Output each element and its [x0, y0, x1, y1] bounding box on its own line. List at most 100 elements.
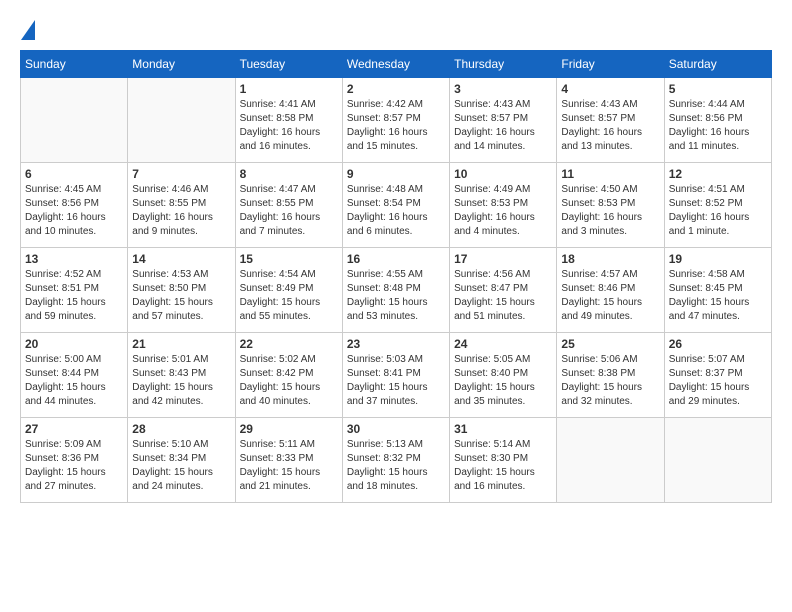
- calendar-cell: 22 Sunrise: 5:02 AM Sunset: 8:42 PM Dayli…: [235, 333, 342, 418]
- day-number: 4: [561, 82, 659, 96]
- day-info: Sunrise: 5:00 AM Sunset: 8:44 PM Dayligh…: [25, 353, 123, 409]
- day-number: 16: [347, 252, 445, 266]
- day-number: 8: [240, 167, 338, 181]
- calendar-cell: 25 Sunrise: 5:06 AM Sunset: 8:38 PM Dayli…: [557, 333, 664, 418]
- day-info: Sunrise: 4:44 AM Sunset: 8:56 PM Dayligh…: [669, 98, 767, 154]
- day-number: 2: [347, 82, 445, 96]
- weekday-header: Monday: [128, 51, 235, 78]
- calendar-cell: 18 Sunrise: 4:57 AM Sunset: 8:46 PM Dayli…: [557, 248, 664, 333]
- calendar-cell: 21 Sunrise: 5:01 AM Sunset: 8:43 PM Dayli…: [128, 333, 235, 418]
- calendar-cell: 8 Sunrise: 4:47 AM Sunset: 8:55 PM Daylig…: [235, 163, 342, 248]
- calendar-cell: [557, 418, 664, 503]
- day-info: Sunrise: 4:41 AM Sunset: 8:58 PM Dayligh…: [240, 98, 338, 154]
- calendar-cell: 15Sunrise: 4:54 AM Sunset: 8:49 PM Dayli…: [235, 248, 342, 333]
- day-info: Sunrise: 5:10 AM Sunset: 8:34 PM Dayligh…: [132, 438, 230, 494]
- calendar-week-row: 1 Sunrise: 4:41 AM Sunset: 8:58 PM Daylig…: [21, 78, 772, 163]
- day-number: 18: [561, 252, 659, 266]
- calendar-cell: [128, 78, 235, 163]
- day-number: 25: [561, 337, 659, 351]
- calendar-cell: 9Sunrise: 4:48 AM Sunset: 8:54 PM Daylig…: [342, 163, 449, 248]
- day-info: Sunrise: 4:50 AM Sunset: 8:53 PM Dayligh…: [561, 183, 659, 239]
- calendar-cell: 23 Sunrise: 5:03 AM Sunset: 8:41 PM Dayli…: [342, 333, 449, 418]
- day-info: Sunrise: 5:14 AM Sunset: 8:30 PM Dayligh…: [454, 438, 552, 494]
- day-info: Sunrise: 4:55 AM Sunset: 8:48 PM Dayligh…: [347, 268, 445, 324]
- weekday-header: Friday: [557, 51, 664, 78]
- day-number: 6: [25, 167, 123, 181]
- weekday-header: Saturday: [664, 51, 771, 78]
- calendar-cell: 20 Sunrise: 5:00 AM Sunset: 8:44 PM Dayli…: [21, 333, 128, 418]
- day-number: 27: [25, 422, 123, 436]
- day-info: Sunrise: 5:11 AM Sunset: 8:33 PM Dayligh…: [240, 438, 338, 494]
- calendar-week-row: 13Sunrise: 4:52 AM Sunset: 8:51 PM Dayli…: [21, 248, 772, 333]
- calendar-cell: 30Sunrise: 5:13 AM Sunset: 8:32 PM Dayli…: [342, 418, 449, 503]
- calendar-cell: [21, 78, 128, 163]
- calendar-cell: 3 Sunrise: 4:43 AM Sunset: 8:57 PM Daylig…: [450, 78, 557, 163]
- calendar-cell: 2 Sunrise: 4:42 AM Sunset: 8:57 PM Daylig…: [342, 78, 449, 163]
- day-info: Sunrise: 4:58 AM Sunset: 8:45 PM Dayligh…: [669, 268, 767, 324]
- day-number: 28: [132, 422, 230, 436]
- day-info: Sunrise: 4:42 AM Sunset: 8:57 PM Dayligh…: [347, 98, 445, 154]
- day-number: 5: [669, 82, 767, 96]
- page-header: [20, 20, 772, 40]
- calendar-cell: 24 Sunrise: 5:05 AM Sunset: 8:40 PM Dayli…: [450, 333, 557, 418]
- day-number: 23: [347, 337, 445, 351]
- calendar-cell: 14 Sunrise: 4:53 AM Sunset: 8:50 PM Dayli…: [128, 248, 235, 333]
- calendar-cell: 7Sunrise: 4:46 AM Sunset: 8:55 PM Daylig…: [128, 163, 235, 248]
- calendar-cell: 5 Sunrise: 4:44 AM Sunset: 8:56 PM Daylig…: [664, 78, 771, 163]
- day-number: 22: [240, 337, 338, 351]
- day-info: Sunrise: 4:49 AM Sunset: 8:53 PM Dayligh…: [454, 183, 552, 239]
- day-info: Sunrise: 4:45 AM Sunset: 8:56 PM Dayligh…: [25, 183, 123, 239]
- day-number: 9: [347, 167, 445, 181]
- calendar-week-row: 20 Sunrise: 5:00 AM Sunset: 8:44 PM Dayli…: [21, 333, 772, 418]
- day-number: 13: [25, 252, 123, 266]
- day-info: Sunrise: 4:47 AM Sunset: 8:55 PM Dayligh…: [240, 183, 338, 239]
- day-number: 14: [132, 252, 230, 266]
- day-info: Sunrise: 4:43 AM Sunset: 8:57 PM Dayligh…: [454, 98, 552, 154]
- calendar-week-row: 6 Sunrise: 4:45 AM Sunset: 8:56 PM Daylig…: [21, 163, 772, 248]
- day-number: 21: [132, 337, 230, 351]
- calendar-cell: 27 Sunrise: 5:09 AM Sunset: 8:36 PM Dayli…: [21, 418, 128, 503]
- day-info: Sunrise: 5:09 AM Sunset: 8:36 PM Dayligh…: [25, 438, 123, 494]
- calendar-cell: 26 Sunrise: 5:07 AM Sunset: 8:37 PM Dayli…: [664, 333, 771, 418]
- day-info: Sunrise: 5:03 AM Sunset: 8:41 PM Dayligh…: [347, 353, 445, 409]
- weekday-header: Wednesday: [342, 51, 449, 78]
- calendar-cell: 16 Sunrise: 4:55 AM Sunset: 8:48 PM Dayli…: [342, 248, 449, 333]
- day-info: Sunrise: 5:13 AM Sunset: 8:32 PM Dayligh…: [347, 438, 445, 494]
- calendar-cell: 28 Sunrise: 5:10 AM Sunset: 8:34 PM Dayli…: [128, 418, 235, 503]
- day-number: 29: [240, 422, 338, 436]
- day-info: Sunrise: 5:06 AM Sunset: 8:38 PM Dayligh…: [561, 353, 659, 409]
- logo: [20, 20, 36, 40]
- calendar-cell: 6 Sunrise: 4:45 AM Sunset: 8:56 PM Daylig…: [21, 163, 128, 248]
- calendar-cell: 11Sunrise: 4:50 AM Sunset: 8:53 PM Dayli…: [557, 163, 664, 248]
- day-number: 15: [240, 252, 338, 266]
- day-info: Sunrise: 5:02 AM Sunset: 8:42 PM Dayligh…: [240, 353, 338, 409]
- day-info: Sunrise: 4:56 AM Sunset: 8:47 PM Dayligh…: [454, 268, 552, 324]
- calendar-cell: 10Sunrise: 4:49 AM Sunset: 8:53 PM Dayli…: [450, 163, 557, 248]
- day-number: 24: [454, 337, 552, 351]
- day-info: Sunrise: 5:07 AM Sunset: 8:37 PM Dayligh…: [669, 353, 767, 409]
- calendar-cell: 13Sunrise: 4:52 AM Sunset: 8:51 PM Dayli…: [21, 248, 128, 333]
- calendar-cell: 1 Sunrise: 4:41 AM Sunset: 8:58 PM Daylig…: [235, 78, 342, 163]
- day-number: 3: [454, 82, 552, 96]
- day-info: Sunrise: 5:05 AM Sunset: 8:40 PM Dayligh…: [454, 353, 552, 409]
- day-info: Sunrise: 4:53 AM Sunset: 8:50 PM Dayligh…: [132, 268, 230, 324]
- day-info: Sunrise: 4:51 AM Sunset: 8:52 PM Dayligh…: [669, 183, 767, 239]
- calendar-cell: 19Sunrise: 4:58 AM Sunset: 8:45 PM Dayli…: [664, 248, 771, 333]
- calendar-week-row: 27 Sunrise: 5:09 AM Sunset: 8:36 PM Dayli…: [21, 418, 772, 503]
- calendar-cell: 4Sunrise: 4:43 AM Sunset: 8:57 PM Daylig…: [557, 78, 664, 163]
- day-number: 20: [25, 337, 123, 351]
- day-number: 26: [669, 337, 767, 351]
- day-number: 1: [240, 82, 338, 96]
- weekday-header: Sunday: [21, 51, 128, 78]
- day-number: 31: [454, 422, 552, 436]
- day-info: Sunrise: 5:01 AM Sunset: 8:43 PM Dayligh…: [132, 353, 230, 409]
- calendar-cell: 29 Sunrise: 5:11 AM Sunset: 8:33 PM Dayli…: [235, 418, 342, 503]
- calendar-table: SundayMondayTuesdayWednesdayThursdayFrid…: [20, 50, 772, 503]
- day-info: Sunrise: 4:46 AM Sunset: 8:55 PM Dayligh…: [132, 183, 230, 239]
- logo-triangle-icon: [21, 20, 35, 40]
- calendar-cell: 17Sunrise: 4:56 AM Sunset: 8:47 PM Dayli…: [450, 248, 557, 333]
- day-number: 12: [669, 167, 767, 181]
- calendar-cell: 31 Sunrise: 5:14 AM Sunset: 8:30 PM Dayli…: [450, 418, 557, 503]
- calendar-cell: 12 Sunrise: 4:51 AM Sunset: 8:52 PM Dayli…: [664, 163, 771, 248]
- day-info: Sunrise: 4:57 AM Sunset: 8:46 PM Dayligh…: [561, 268, 659, 324]
